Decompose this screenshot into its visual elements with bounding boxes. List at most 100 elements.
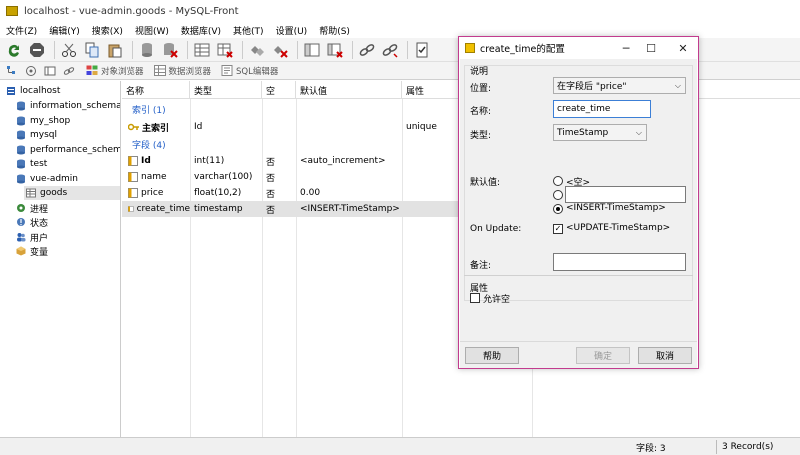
field-null-cell: 否	[266, 205, 276, 216]
column-header-name[interactable]: 名称	[122, 81, 190, 99]
delete-field-icon[interactable]	[270, 40, 290, 60]
tree-toggle-icon[interactable]	[5, 64, 19, 78]
tree-item-processes[interactable]: 进程	[16, 201, 120, 215]
tree-item-label: performance_schema	[30, 145, 120, 155]
delete-index-icon[interactable]	[325, 40, 345, 60]
maximize-icon[interactable]: ☐	[639, 37, 663, 59]
close-icon[interactable]: ✕	[671, 37, 695, 59]
column-header-type[interactable]: 类型	[190, 81, 262, 99]
field-default-cell: <auto_increment>	[300, 156, 386, 166]
position-value: 在字段后 "price"	[557, 82, 627, 92]
field-name-cell: price	[124, 185, 190, 201]
refresh-icon[interactable]	[4, 40, 24, 60]
field-name: create_time	[136, 204, 190, 214]
title-bar: localhost - vue-admin.goods - MySQL-Fron…	[0, 0, 800, 22]
delete-database-icon[interactable]	[160, 40, 180, 60]
menu-settings[interactable]: 设置(U)	[270, 24, 314, 37]
dialog-title: create_time的配置	[480, 44, 565, 55]
tree-item-label: my_shop	[30, 116, 71, 126]
tree-item-mysql[interactable]: mysql	[16, 128, 120, 142]
app-icon	[6, 6, 18, 16]
tree-item-label: 进程	[30, 204, 49, 215]
field-group-label: 字段 (4)	[132, 141, 166, 151]
tree-item-users[interactable]: 用户	[16, 230, 120, 244]
app-window: localhost - vue-admin.goods - MySQL-Fron…	[0, 0, 800, 455]
default-custom-input[interactable]	[565, 186, 686, 203]
field-name-cell: Id	[124, 153, 190, 169]
toolbar-separator	[54, 40, 55, 59]
stop-icon[interactable]	[27, 40, 47, 60]
bookmark-icon[interactable]	[24, 64, 38, 78]
column-header-null[interactable]: 空	[262, 81, 296, 99]
field-type-cell: varchar(100)	[194, 172, 253, 182]
sql-editor-label: SQL编辑器	[236, 66, 279, 77]
copy-icon[interactable]	[82, 40, 102, 60]
tree-item-vue-admin[interactable]: vue-admin	[16, 172, 120, 186]
column-divider	[402, 99, 403, 437]
menu-database[interactable]: 数据库(V)	[175, 24, 227, 37]
tree-item-information-schema[interactable]: information_schema	[16, 99, 120, 113]
database-icon	[17, 130, 25, 140]
delete-table-icon[interactable]	[215, 40, 235, 60]
tree-item-label: test	[30, 159, 48, 169]
tree-item-my-shop[interactable]: my_shop	[16, 114, 120, 128]
server-icon	[7, 87, 15, 95]
data-browser-tab[interactable]: 数据浏览器	[153, 65, 212, 77]
new-index-icon[interactable]	[302, 40, 322, 60]
menu-view[interactable]: 视图(W)	[129, 24, 175, 37]
unlink-icon[interactable]	[380, 40, 400, 60]
column-divider	[262, 99, 263, 437]
process-icon	[17, 204, 25, 212]
table-row[interactable]: create_time timestamp 否 <INSERT-TimeStam…	[122, 201, 458, 217]
menu-other[interactable]: 其他(T)	[227, 24, 270, 37]
history-icon[interactable]	[62, 64, 76, 78]
minimize-icon[interactable]: ─	[614, 37, 638, 59]
description-group-label: 说明	[470, 67, 489, 77]
default-insert-radio[interactable]	[553, 204, 563, 214]
cut-icon[interactable]	[59, 40, 79, 60]
tree-item-localhost[interactable]: localhost	[6, 84, 120, 98]
default-custom-radio[interactable]	[553, 190, 563, 200]
new-table-icon[interactable]	[192, 40, 212, 60]
onupdate-value: <UPDATE-TimeStamp>	[566, 223, 671, 233]
cancel-button[interactable]: 取消	[638, 347, 692, 364]
menu-search[interactable]: 搜索(X)	[86, 24, 129, 37]
default-empty-radio[interactable]	[553, 176, 563, 186]
onupdate-checkbox[interactable]: ✓	[553, 224, 563, 234]
position-dropdown[interactable]: 在字段后 "price" ⌵	[553, 77, 686, 94]
tree-item-performance-schema[interactable]: performance_schema	[16, 143, 120, 157]
field-default-cell: 0.00	[300, 188, 321, 198]
menu-file[interactable]: 文件(Z)	[0, 24, 43, 37]
explorer-icon[interactable]	[43, 64, 57, 78]
menu-edit[interactable]: 编辑(Y)	[43, 24, 86, 37]
new-field-icon[interactable]	[247, 40, 267, 60]
tree-item-status[interactable]: 状态	[16, 215, 120, 229]
type-dropdown[interactable]: TimeStamp ⌵	[553, 124, 647, 141]
field-name-cell: create_time	[124, 201, 190, 217]
column-divider	[190, 99, 191, 437]
tree-item-label: 状态	[30, 218, 49, 229]
field-null-cell: 否	[266, 173, 276, 184]
link-icon[interactable]	[357, 40, 377, 60]
name-input[interactable]: create_time	[553, 100, 651, 118]
help-button[interactable]: 帮助	[465, 347, 519, 364]
new-database-icon[interactable]	[137, 40, 157, 60]
column-header-default[interactable]: 默认值	[296, 81, 402, 99]
allow-null-checkbox[interactable]	[470, 293, 480, 303]
tree-item-variables[interactable]: 变量	[16, 244, 120, 258]
properties-icon[interactable]	[412, 40, 432, 60]
status-icon	[17, 218, 25, 226]
tree-item-goods[interactable]: goods	[24, 186, 120, 200]
tree-item-test[interactable]: test	[16, 157, 120, 171]
object-browser-tab[interactable]: 对象浏览器	[86, 65, 144, 77]
sql-editor-tab[interactable]: SQL编辑器	[221, 65, 278, 77]
menu-help[interactable]: 帮助(S)	[313, 24, 356, 37]
comment-label: 备注:	[470, 261, 492, 271]
paste-icon[interactable]	[105, 40, 125, 60]
status-fields-count: 字段: 3	[636, 443, 666, 454]
data-browser-label: 数据浏览器	[168, 66, 212, 77]
ok-button[interactable]: 确定	[576, 347, 630, 364]
status-divider	[716, 440, 717, 454]
comment-input[interactable]	[553, 253, 686, 271]
window-title: localhost - vue-admin.goods - MySQL-Fron…	[24, 5, 239, 17]
